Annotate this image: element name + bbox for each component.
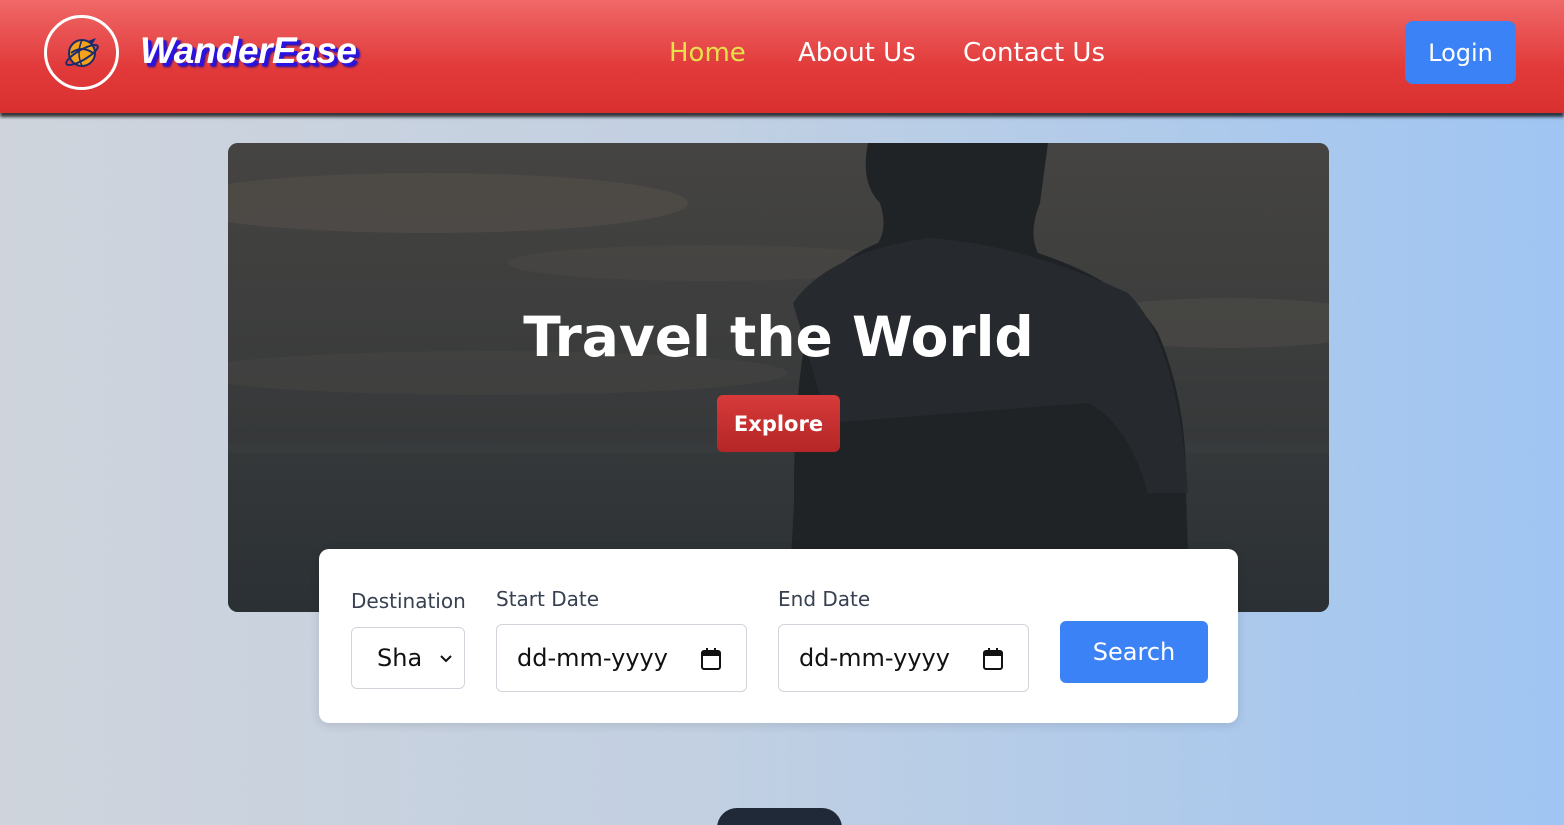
floating-pill-button[interactable] <box>717 808 842 825</box>
destination-label: Destination <box>351 589 466 613</box>
start-date-label: Start Date <box>496 587 600 611</box>
destination-select[interactable]: Sha <box>351 627 465 689</box>
nav-about-link[interactable]: About Us <box>798 38 916 68</box>
hero-background-image <box>228 143 1329 612</box>
hero-banner: Travel the World Explore <box>228 143 1329 612</box>
brand-name[interactable]: WanderEase <box>140 30 357 72</box>
start-date-input[interactable]: dd-mm-yyyy <box>496 624 747 692</box>
start-date-placeholder: dd-mm-yyyy <box>517 644 668 672</box>
end-date-placeholder: dd-mm-yyyy <box>799 644 950 672</box>
explore-button[interactable]: Explore <box>717 395 840 452</box>
calendar-icon[interactable] <box>982 647 1004 671</box>
search-button[interactable]: Search <box>1060 621 1208 683</box>
calendar-icon[interactable] <box>700 647 722 671</box>
brand-logo[interactable] <box>44 15 119 90</box>
top-navbar: WanderEase Home About Us Contact Us Logi… <box>0 0 1564 113</box>
end-date-label: End Date <box>778 587 871 611</box>
nav-contact-link[interactable]: Contact Us <box>963 38 1105 68</box>
nav-home-link[interactable]: Home <box>669 38 746 68</box>
login-button[interactable]: Login <box>1405 21 1516 84</box>
hero-title: Travel the World <box>523 305 1034 369</box>
end-date-input[interactable]: dd-mm-yyyy <box>778 624 1029 692</box>
trip-search-form: Destination Sha Start Date dd-mm-yyyy En… <box>319 549 1238 723</box>
destination-value: Sha <box>377 644 423 672</box>
globe-plane-icon <box>64 37 99 67</box>
chevron-down-icon <box>440 655 452 663</box>
